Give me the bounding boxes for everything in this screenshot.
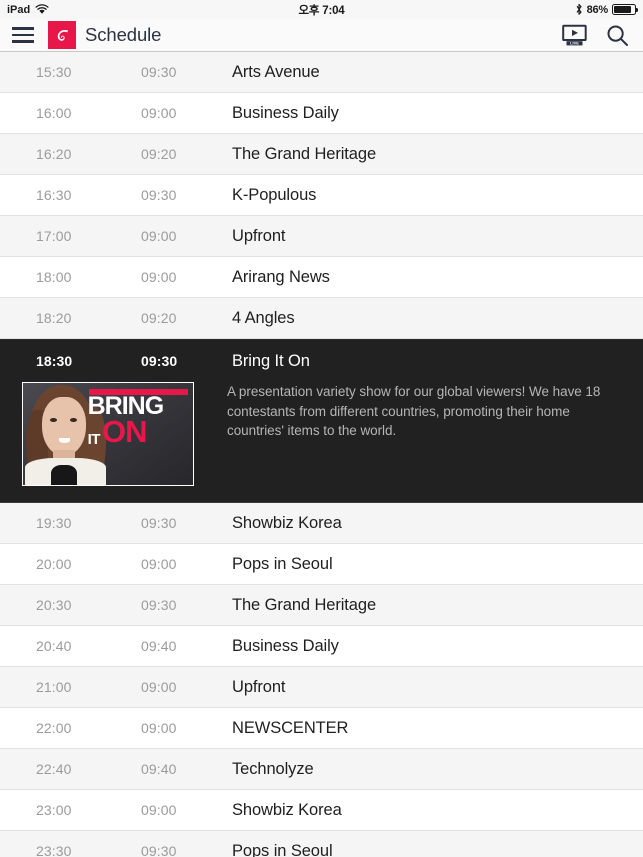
table-row[interactable]: 20:40 09:40 Business Daily (0, 626, 643, 667)
row-program-title: Pops in Seoul (232, 841, 333, 857)
row-start-time: 23:30 (36, 843, 72, 857)
row-program-title: Showbiz Korea (232, 800, 342, 819)
row-program-title: NEWSCENTER (232, 718, 349, 737)
row-start-time: 16:20 (36, 146, 72, 162)
arirang-logo-icon (48, 21, 76, 49)
row-duration: 09:20 (141, 310, 177, 326)
row-duration: 09:00 (141, 720, 177, 736)
thumbnail-title-overlay: BRING ITON (87, 394, 187, 450)
row-program-title: 4 Angles (232, 308, 295, 327)
hamburger-menu-icon[interactable] (11, 26, 35, 44)
table-row[interactable]: 20:30 09:30 The Grand Heritage (0, 585, 643, 626)
row-start-time: 18:20 (36, 310, 72, 326)
row-start-time: 16:00 (36, 105, 72, 121)
row-program-title: Arts Avenue (232, 62, 320, 81)
search-icon[interactable] (606, 24, 629, 47)
program-description: A presentation variety show for our glob… (227, 384, 601, 438)
row-start-time: 19:30 (36, 515, 72, 531)
row-program-title: Business Daily (232, 103, 339, 122)
row-program-title: K-Populous (232, 185, 317, 204)
row-duration: 09:00 (141, 269, 177, 285)
row-start-time: 22:00 (36, 720, 72, 736)
table-row[interactable]: 16:00 09:00 Business Daily (0, 93, 643, 134)
table-row[interactable]: 15:30 09:30 Arts Avenue (0, 52, 643, 93)
row-duration: 09:30 (141, 64, 177, 80)
row-program-title: Technolyze (232, 759, 314, 778)
row-duration: 09:00 (141, 802, 177, 818)
status-bar-right: 86% (575, 3, 639, 16)
table-row[interactable]: 18:00 09:00 Arirang News (0, 257, 643, 298)
row-program-title: The Grand Heritage (232, 595, 377, 614)
row-duration: 09:30 (141, 187, 177, 203)
row-duration: 09:00 (141, 105, 177, 121)
row-duration: 09:00 (141, 556, 177, 572)
row-duration: 09:40 (141, 761, 177, 777)
schedule-rows-before: 15:30 09:30 Arts Avenue 16:00 09:00 Busi… (0, 52, 643, 339)
table-row[interactable]: 19:30 09:30 Showbiz Korea (0, 503, 643, 544)
thumbnail-word-it: IT (87, 430, 101, 448)
row-start-time: 20:00 (36, 556, 72, 572)
row-duration: 09:00 (141, 228, 177, 244)
row-start-time: 18:00 (36, 269, 72, 285)
row-program-title: Upfront (232, 677, 286, 696)
status-bar-clock: 오후 7:04 (298, 4, 345, 17)
table-row[interactable]: 22:00 09:00 NEWSCENTER (0, 708, 643, 749)
app-brand: Schedule (48, 21, 161, 49)
battery-percent-label: 86% (586, 3, 609, 16)
row-start-time: 16:30 (36, 187, 72, 203)
row-start-time: 23:00 (36, 802, 72, 818)
row-duration: 09:40 (141, 638, 177, 654)
program-thumbnail[interactable]: BRING ITON (22, 382, 194, 486)
active-row-program-title: Bring It On (232, 351, 310, 370)
svg-text:LIVE: LIVE (570, 41, 579, 46)
navigation-actions: LIVE (562, 24, 629, 47)
row-program-title: Upfront (232, 226, 286, 245)
active-row-header: 18:30 09:30 Bring It On (0, 340, 643, 382)
row-duration: 09:00 (141, 679, 177, 695)
navigation-bar: Schedule LIVE (0, 19, 643, 52)
page-title: Schedule (85, 24, 162, 45)
row-duration: 09:30 (141, 597, 177, 613)
status-bar: iPad 오후 7:04 86% (0, 0, 643, 19)
thumbnail-photo: BRING ITON (23, 383, 193, 485)
table-row[interactable]: 21:00 09:00 Upfront (0, 667, 643, 708)
row-start-time: 22:40 (36, 761, 72, 777)
table-row[interactable]: 18:20 09:20 4 Angles (0, 298, 643, 339)
live-tv-icon[interactable]: LIVE (562, 24, 587, 46)
row-start-time: 21:00 (36, 679, 72, 695)
row-start-time: 20:40 (36, 638, 72, 654)
table-row[interactable]: 17:00 09:00 Upfront (0, 216, 643, 257)
thumbnail-word-on: ON (101, 414, 147, 450)
bluetooth-icon (576, 3, 582, 15)
schedule-list[interactable]: 15:30 09:30 Arts Avenue 16:00 09:00 Busi… (0, 52, 643, 857)
row-program-title: Pops in Seoul (232, 554, 333, 573)
table-row[interactable]: 22:40 09:40 Technolyze (0, 749, 643, 790)
row-program-title: Business Daily (232, 636, 339, 655)
table-row[interactable]: 20:00 09:00 Pops in Seoul (0, 544, 643, 585)
row-duration: 09:20 (141, 146, 177, 162)
row-start-time: 17:00 (36, 228, 72, 244)
table-row[interactable]: 23:30 09:30 Pops in Seoul (0, 831, 643, 857)
active-row-duration: 09:30 (141, 353, 178, 369)
row-program-title: The Grand Heritage (232, 144, 377, 163)
row-start-time: 20:30 (36, 597, 72, 613)
row-start-time: 15:30 (36, 64, 72, 80)
row-program-title: Arirang News (232, 267, 330, 286)
active-row-body: BRING ITON A presentation variety show f… (0, 382, 643, 486)
active-row-start-time: 18:30 (36, 353, 73, 369)
row-duration: 09:30 (141, 515, 177, 531)
table-row[interactable]: 16:30 09:30 K-Populous (0, 175, 643, 216)
table-row[interactable]: 16:20 09:20 The Grand Heritage (0, 134, 643, 175)
schedule-rows-after: 19:30 09:30 Showbiz Korea 20:00 09:00 Po… (0, 503, 643, 857)
table-row-expanded-active[interactable]: 18:30 09:30 Bring It On BRING ITON A pre… (0, 339, 643, 503)
row-duration: 09:30 (141, 843, 177, 857)
battery-icon (612, 4, 639, 15)
table-row[interactable]: 23:00 09:00 Showbiz Korea (0, 790, 643, 831)
row-program-title: Showbiz Korea (232, 513, 342, 532)
